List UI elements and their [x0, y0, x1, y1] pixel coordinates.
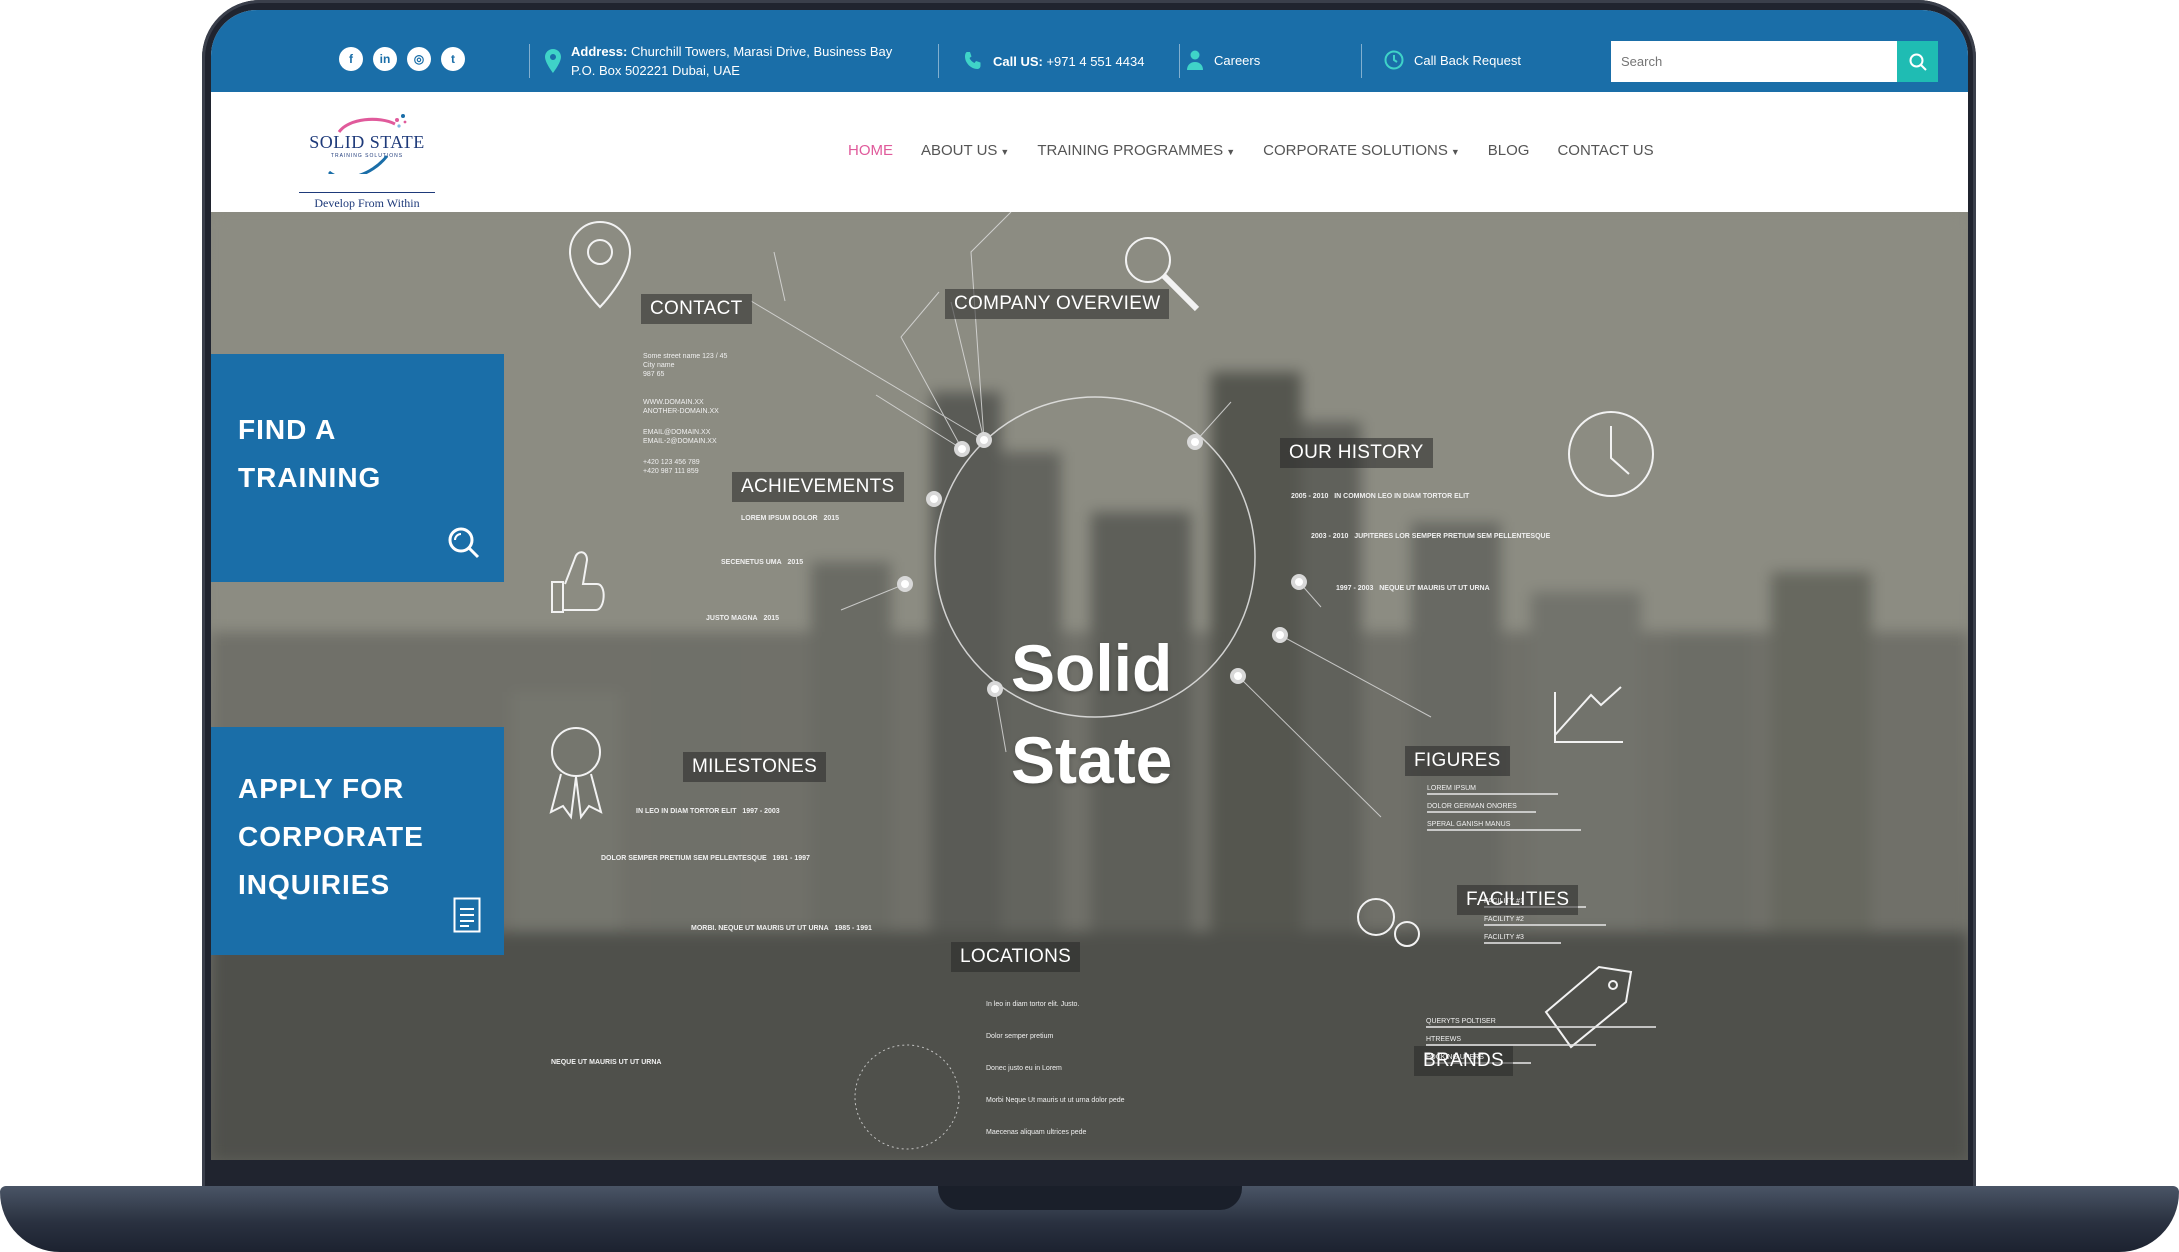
find-training-cta[interactable]: FIND A TRAINING	[211, 354, 504, 582]
facility-item: FACILITY #2	[1484, 916, 1524, 923]
location-item: Morbi Neque Ut mauris ut ut urna dolor p…	[986, 1097, 1125, 1104]
cta-corporate-line-3: INQUIRIES	[238, 869, 391, 900]
brand-item: FOCKING UPERS	[1426, 1054, 1484, 1061]
contact-email: EMAIL@DOMAIN.XX EMAIL-2@DOMAIN.XX	[643, 429, 717, 445]
call-label: Call US:	[993, 53, 1043, 69]
label-achievements: ACHIEVEMENTS	[732, 472, 904, 502]
logo-tagline: Develop From Within	[314, 196, 420, 210]
callback-label: Call Back Request	[1414, 52, 1521, 68]
location-item: Dolor semper pretium	[986, 1033, 1054, 1040]
label-our-history: OUR HISTORY	[1280, 438, 1433, 468]
nav-corporate-solutions[interactable]: CORPORATE SOLUTIONS ▼	[1263, 142, 1460, 159]
brand-item: HTREEWS	[1426, 1036, 1461, 1043]
neque-heading: NEQUE UT MAURIS UT UT URNA	[551, 1059, 662, 1066]
location-item: Donec justo eu in Lorem	[986, 1065, 1062, 1072]
search-button[interactable]	[1897, 41, 1938, 82]
history-item: 2005 - 2010 IN COMMON LEO IN DIAM TORTOR…	[1291, 493, 1470, 500]
facility-item: FACILITY #1	[1484, 898, 1524, 905]
figure-item: SPERAL GANISH MANUS	[1427, 821, 1511, 828]
clock-icon	[1384, 50, 1404, 70]
laptop-screen: f in ◎ t Address: Churchill Towers, Mara…	[211, 10, 1968, 1160]
divider	[529, 44, 530, 78]
search-icon	[1909, 53, 1927, 71]
nav-about-us[interactable]: ABOUT US ▼	[921, 142, 1009, 159]
cta-corporate-line-1: APPLY FOR	[238, 773, 405, 804]
logo-name: SOLID STATE	[309, 132, 425, 152]
contact-phone: +420 123 456 789 +420 987 111 859	[643, 459, 700, 475]
search-input[interactable]	[1611, 41, 1897, 82]
history-item: 1997 - 2003 NEQUE UT MAURIS UT UT URNA	[1336, 585, 1490, 592]
divider	[1179, 44, 1180, 78]
achievement-item: JUSTO MAGNA 2015	[706, 615, 780, 622]
label-company-overview: COMPANY OVERVIEW	[945, 289, 1170, 319]
document-icon	[453, 897, 481, 933]
cta-training-line-2: TRAINING	[238, 462, 382, 493]
callback-link[interactable]: Call Back Request	[1384, 50, 1521, 70]
caret-down-icon: ▼	[1450, 147, 1460, 157]
call-number: +971 4 551 4434	[1046, 53, 1145, 69]
address-line-1: Churchill Towers, Marasi Drive, Business…	[630, 44, 893, 59]
cta-corporate-line-2: CORPORATE	[238, 821, 424, 852]
contact-address: Some street name 123 / 45 City name 987 65	[643, 353, 728, 378]
facility-item: FACILITY #3	[1484, 934, 1524, 941]
call-info[interactable]: Call US: +971 4 551 4434	[963, 51, 1144, 71]
milestone-item: DOLOR SEMPER PRETIUM SEM PELLENTESQUE 19…	[601, 855, 810, 862]
label-locations: LOCATIONS	[951, 942, 1081, 972]
instagram-icon[interactable]: ◎	[407, 47, 431, 71]
milestone-item: IN LEO IN DIAM TORTOR ELIT 1997 - 2003	[636, 808, 780, 815]
logo-rule	[299, 192, 435, 193]
linkedin-icon[interactable]: in	[373, 47, 397, 71]
laptop-notch	[938, 1186, 1242, 1210]
caret-down-icon: ▼	[1000, 147, 1010, 157]
label-figures: FIGURES	[1405, 746, 1510, 776]
person-icon	[1187, 50, 1203, 70]
divider	[1361, 44, 1362, 78]
nav-contact-us[interactable]: CONTACT US	[1557, 142, 1653, 159]
nav-home[interactable]: HOME	[848, 142, 893, 159]
logo-subtitle: TRAINING SOLUTIONS	[330, 153, 404, 159]
top-info-bar: f in ◎ t Address: Churchill Towers, Mara…	[211, 10, 1968, 92]
location-pin-icon	[545, 49, 561, 73]
contact-web: WWW.DOMAIN.XX ANOTHER-DOMAIN.XX	[643, 399, 719, 415]
careers-link[interactable]: Careers	[1186, 50, 1260, 70]
hero-title-line-1: Solid	[1011, 631, 1173, 705]
phone-icon	[965, 52, 981, 69]
hero-title-line-2: State	[1011, 723, 1173, 797]
social-links: f in ◎ t	[339, 47, 465, 71]
label-contact: CONTACT	[641, 294, 752, 324]
facebook-icon[interactable]: f	[339, 47, 363, 71]
achievement-item: LOREM IPSUM DOLOR 2015	[741, 515, 840, 522]
hero-title: Solid State	[1011, 622, 1271, 806]
brand-item: QUERYTS POLTISER	[1426, 1018, 1496, 1025]
logo[interactable]: SOLID STATE TRAINING SOLUTIONS Develop F…	[299, 112, 435, 210]
caret-down-icon: ▼	[1226, 147, 1236, 157]
twitter-icon[interactable]: t	[441, 47, 465, 71]
figure-item: DOLOR GERMAN ONORES	[1427, 803, 1517, 810]
history-item: 2003 - 2010 JUPITERES LOR SEMPER PRETIUM…	[1311, 533, 1551, 540]
location-item: Maecenas aliquam ultrices pede	[986, 1129, 1087, 1136]
achievement-item: SECENETUS UMA 2015	[721, 559, 804, 566]
corporate-inquiries-cta[interactable]: APPLY FOR CORPORATE INQUIRIES	[211, 727, 504, 955]
location-item: In leo in diam tortor elit. Justo.	[986, 1001, 1080, 1008]
search-icon	[448, 527, 480, 559]
nav-blog[interactable]: BLOG	[1488, 142, 1530, 159]
nav-menu: HOME ABOUT US ▼ TRAINING PROGRAMMES ▼ CORP…	[848, 142, 1654, 159]
milestone-item: MORBI. NEQUE UT MAURIS UT UT URNA 1985 -…	[691, 925, 872, 932]
address-line-2: P.O. Box 502221 Dubai, UAE	[571, 63, 740, 78]
cta-training-line-1: FIND A	[238, 414, 337, 445]
address-info: Address: Churchill Towers, Marasi Drive,…	[545, 42, 892, 80]
divider	[938, 44, 939, 78]
main-nav-bar: SOLID STATE TRAINING SOLUTIONS Develop F…	[211, 92, 1968, 212]
nav-training-programmes[interactable]: TRAINING PROGRAMMES ▼	[1037, 142, 1235, 159]
figure-item: LOREM IPSUM	[1427, 785, 1477, 792]
careers-label: Careers	[1214, 52, 1261, 68]
hero-banner: FIND A TRAINING APPLY FOR CORPORATE INQU…	[211, 212, 1968, 1160]
address-label: Address:	[571, 44, 628, 59]
label-milestones: MILESTONES	[683, 752, 827, 782]
